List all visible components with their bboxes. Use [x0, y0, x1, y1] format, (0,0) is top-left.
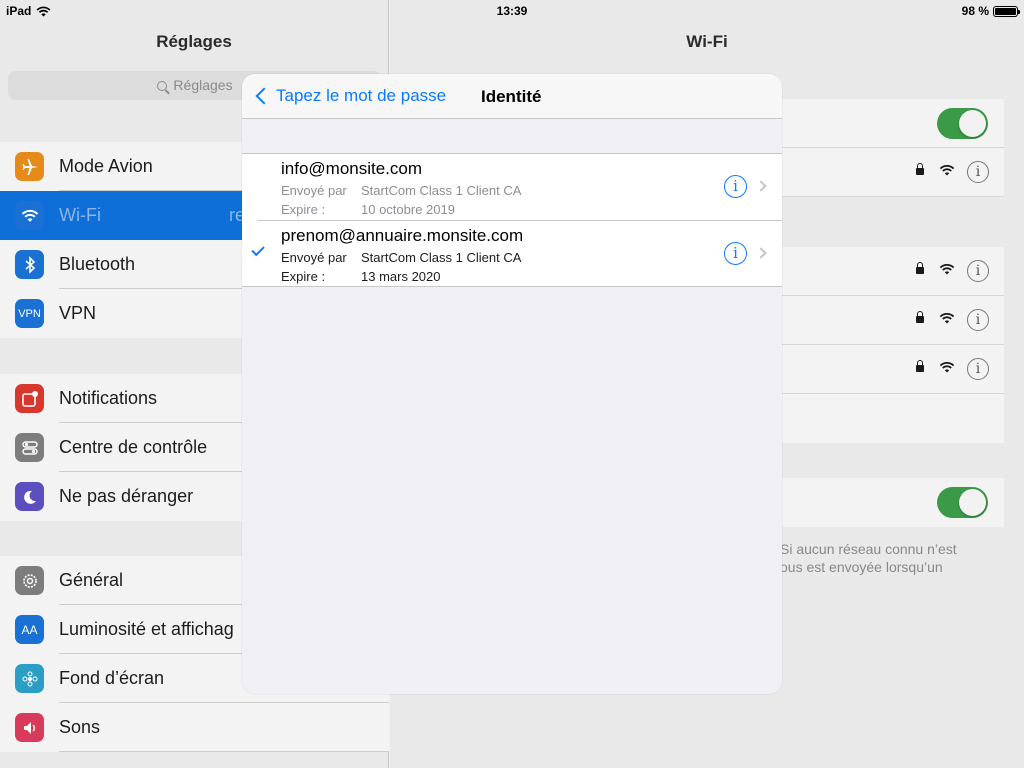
sidebar-item-label: Mode Avion — [59, 156, 153, 176]
network-info-icon[interactable]: i — [967, 358, 989, 380]
expires-key: Expire : — [281, 202, 326, 217]
wifi-signal-icon — [939, 165, 955, 176]
issuer-value: StartCom Class 1 Client CA — [361, 250, 522, 265]
search-icon — [157, 81, 168, 91]
info-icon[interactable]: i — [724, 242, 747, 265]
vpn-icon: VPN — [15, 299, 44, 328]
sidebar-item-label: Luminosité et affichag — [59, 619, 234, 639]
sound-icon — [15, 713, 44, 742]
certificate-row[interactable]: prenom@annuaire.monsite.com Envoyé par S… — [251, 220, 782, 286]
notifications-icon — [15, 384, 44, 413]
modal-nav-bar: Tapez le mot de passe Identité — [242, 74, 782, 119]
lock-icon — [916, 360, 924, 372]
sidebar-item-label: Sons — [59, 717, 101, 737]
chevron-right-icon — [755, 180, 767, 192]
back-button[interactable]: Tapez le mot de passe — [254, 86, 446, 106]
battery-percent: 98 % — [961, 4, 989, 18]
network-info-icon[interactable]: i — [967, 309, 989, 331]
expires-value: 10 octobre 2019 — [361, 202, 455, 217]
info-icon[interactable]: i — [724, 175, 747, 198]
wallpaper-icon — [15, 664, 44, 693]
lock-icon — [916, 163, 924, 175]
moon-icon — [15, 482, 44, 511]
network-info-icon[interactable]: i — [967, 260, 989, 282]
wifi-signal-icon — [939, 264, 955, 275]
identity-modal: Tapez le mot de passe Identité info@mons… — [242, 74, 782, 694]
airplane-icon — [15, 152, 44, 181]
wifi-signal-icon — [939, 313, 955, 324]
detail-title: Wi-Fi — [686, 32, 728, 51]
modal-title: Identité — [481, 87, 542, 106]
back-button-label: Tapez le mot de passe — [276, 86, 447, 105]
issuer-key: Envoyé par — [281, 250, 347, 265]
sidebar-item-label: Ne pas déranger — [59, 486, 194, 506]
sidebar-item-label: Notifications — [59, 388, 158, 408]
sidebar-item-label: Bluetooth — [59, 254, 136, 274]
battery-fill — [995, 7, 1016, 15]
issuer-value: StartCom Class 1 Client CA — [361, 183, 522, 198]
certificate-name: prenom@annuaire.monsite.com — [281, 226, 524, 245]
expires-key: Expire : — [281, 269, 326, 284]
bluetooth-icon — [15, 250, 44, 279]
lock-icon — [916, 262, 924, 274]
lock-icon — [916, 311, 924, 323]
search-placeholder: Réglages — [173, 77, 233, 93]
expires-value: 13 mars 2020 — [361, 269, 441, 284]
chevron-left-icon — [255, 87, 273, 105]
status-bar: iPad 13:39 98 % — [0, 0, 1024, 20]
certificate-row[interactable]: info@monsite.com Envoyé par StartCom Cla… — [242, 154, 782, 220]
status-time: 13:39 — [496, 4, 528, 18]
sidebar-item-label: Wi-Fi — [59, 205, 101, 225]
ask-join-toggle[interactable] — [937, 487, 988, 518]
certificate-list: info@monsite.com Envoyé par StartCom Cla… — [242, 153, 782, 287]
wifi-signal-icon — [939, 362, 955, 373]
certificate-name: info@monsite.com — [281, 159, 423, 178]
control-center-icon — [15, 433, 44, 462]
gear-icon — [15, 566, 44, 595]
sidebar-item-label: Fond d’écran — [59, 668, 165, 688]
issuer-key: Envoyé par — [281, 183, 347, 198]
wifi-toggle[interactable] — [937, 108, 988, 139]
sidebar-title: Réglages — [156, 32, 232, 51]
chevron-right-icon — [755, 247, 767, 259]
battery-icon — [993, 5, 1020, 17]
checkmark-icon — [251, 242, 265, 257]
wifi-icon — [15, 201, 44, 230]
sidebar-item-label: Général — [59, 570, 124, 590]
sidebar-item-label: Centre de contrôle — [59, 437, 208, 457]
sidebar-item-label: VPN — [59, 303, 97, 323]
network-info-icon[interactable]: i — [967, 161, 989, 183]
brightness-icon: AA — [15, 615, 44, 644]
sidebar-item-sounds[interactable]: Sons — [0, 703, 389, 752]
ask-join-footnote: Si aucun réseau connu n’est ous est envo… — [780, 541, 957, 575]
